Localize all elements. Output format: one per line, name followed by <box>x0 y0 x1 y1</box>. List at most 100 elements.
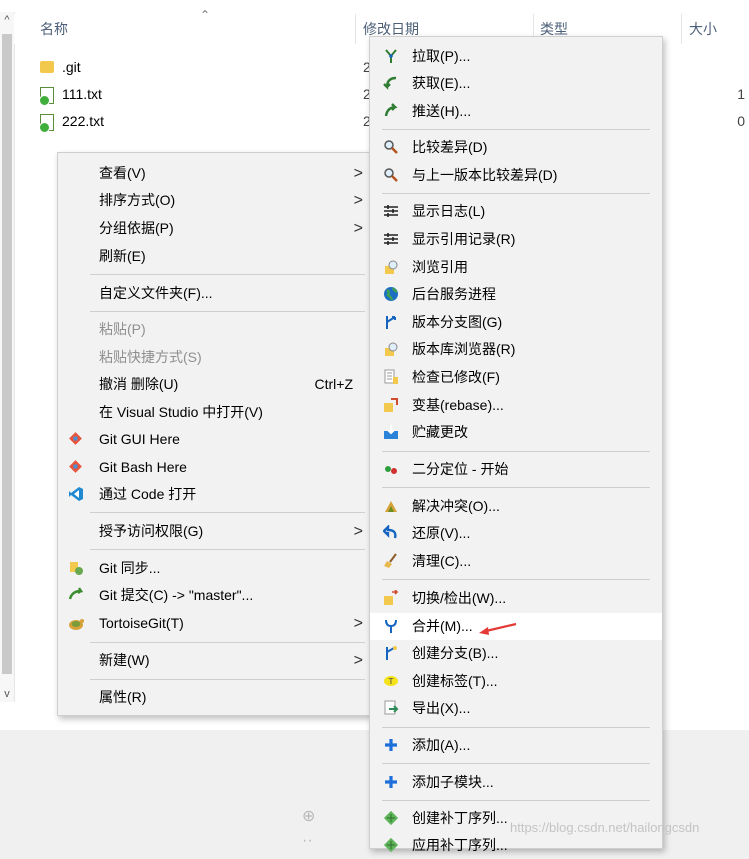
submenu-item-create-tag[interactable]: T 创建标签(T)... <box>370 668 662 695</box>
tag-icon: T <box>382 673 400 691</box>
menu-item-label: 排序方式(O) <box>99 192 176 208</box>
submenu-item-rebase[interactable]: 变基(rebase)... <box>370 392 662 419</box>
menu-item-label: 分组依据(P) <box>99 220 174 236</box>
submenu-divider <box>382 800 650 801</box>
submenu-label: 版本分支图(G) <box>412 314 503 330</box>
vscode-icon <box>67 486 85 504</box>
scroll-up-icon[interactable]: ^ <box>0 14 14 26</box>
menu-item-label: Git 提交(C) -> "master"... <box>99 587 254 603</box>
menu-item-label: 属性(R) <box>99 689 147 705</box>
git-sync-icon <box>67 560 85 578</box>
menu-item-open-with-code[interactable]: 通过 Code 打开 <box>58 481 371 508</box>
menu-item-new[interactable]: 新建(W) > <box>58 647 371 674</box>
menu-item-view[interactable]: 查看(V) > <box>58 160 371 187</box>
submenu-item-switch[interactable]: 切换/检出(W)... <box>370 585 662 612</box>
scrollbar-thumb[interactable] <box>2 34 12 674</box>
revert-icon <box>382 524 400 543</box>
submenu-label: 获取(E)... <box>412 75 471 91</box>
file-name: 222.txt <box>62 113 105 129</box>
menu-item-customize-folder[interactable]: 自定义文件夹(F)... <box>58 280 371 307</box>
submenu-item-push[interactable]: 推送(H)... <box>370 98 662 125</box>
fetch-icon <box>382 75 400 93</box>
menu-item-grant-access[interactable]: 授予访问权限(G) > <box>58 518 371 545</box>
menu-item-group[interactable]: 分组依据(P) > <box>58 215 371 242</box>
submenu-item-diff-previous[interactable]: 与上一版本比较差异(D) <box>370 162 662 189</box>
submenu-item-cleanup[interactable]: 清理(C)... <box>370 548 662 575</box>
bisect-icon <box>382 461 400 479</box>
submenu-item-repo-browser[interactable]: 版本库浏览器(R) <box>370 336 662 363</box>
submenu-item-add[interactable]: 添加(A)... <box>370 732 662 759</box>
submenu-item-check-modifications[interactable]: 检查已修改(F) <box>370 364 662 391</box>
submenu-item-create-branch[interactable]: 创建分支(B)... <box>370 640 662 667</box>
menu-item-sort[interactable]: 排序方式(O) > <box>58 187 371 214</box>
menu-item-paste[interactable]: 粘贴(P) <box>58 316 371 343</box>
column-size[interactable]: 大小 <box>689 14 717 44</box>
menu-item-git-gui[interactable]: Git GUI Here <box>58 426 371 453</box>
file-name: 111.txt <box>62 86 102 102</box>
menu-item-properties[interactable]: 属性(R) <box>58 684 371 711</box>
submenu-item-diff[interactable]: 比较差异(D) <box>370 134 662 161</box>
menu-item-git-sync[interactable]: Git 同步... <box>58 555 371 582</box>
folder-icon <box>40 61 54 74</box>
column-divider[interactable] <box>681 14 682 44</box>
submenu-item-bisect[interactable]: 二分定位 - 开始 <box>370 456 662 483</box>
menu-divider <box>90 274 365 275</box>
submenu-label: 检查已修改(F) <box>412 369 500 385</box>
column-divider[interactable] <box>355 14 356 44</box>
magnifier-icon <box>382 167 400 185</box>
menu-item-label: Git 同步... <box>99 560 161 576</box>
submenu-label: 显示日志(L) <box>412 203 486 219</box>
submenu-item-export[interactable]: 导出(X)... <box>370 695 662 722</box>
submenu-item-browse-refs[interactable]: 浏览引用 <box>370 254 662 281</box>
menu-item-refresh[interactable]: 刷新(E) <box>58 243 371 270</box>
context-menu: 查看(V) > 排序方式(O) > 分组依据(P) > 刷新(E) 自定义文件夹(F)… <box>57 152 372 716</box>
submenu-item-pull[interactable]: 拉取(P)... <box>370 43 662 70</box>
submenu-label: 浏览引用 <box>412 259 468 275</box>
submenu-divider <box>382 579 650 580</box>
submenu-item-stash[interactable]: 贮藏更改 <box>370 419 662 446</box>
file-row[interactable]: .git <box>40 54 81 80</box>
submenu-label: 创建补丁序列... <box>412 810 508 826</box>
broom-icon <box>382 553 400 571</box>
revision-graph-icon <box>382 314 400 332</box>
svg-text:T: T <box>388 677 394 686</box>
menu-item-label: 查看(V) <box>99 165 146 181</box>
push-icon <box>382 103 400 121</box>
submenu-item-revert[interactable]: 还原(V)... <box>370 520 662 547</box>
submenu-divider <box>382 763 650 764</box>
menu-item-paste-shortcut[interactable]: 粘贴快捷方式(S) <box>58 344 371 371</box>
shortcut-label: Ctrl+Z <box>314 376 354 392</box>
menu-item-tortoisegit[interactable]: TortoiseGit(T) > <box>58 610 371 637</box>
switch-icon <box>382 589 400 608</box>
submenu-item-revision-graph[interactable]: 版本分支图(G) <box>370 309 662 336</box>
red-arrow-annotation <box>479 622 517 635</box>
submenu-label: 解决冲突(O)... <box>412 498 500 514</box>
submenu-item-daemon[interactable]: 后台服务进程 <box>370 281 662 308</box>
file-row[interactable]: 111.txt <box>39 81 102 107</box>
menu-item-label: Git Bash Here <box>99 459 187 475</box>
submenu-item-resolve[interactable]: 解决冲突(O)... <box>370 493 662 520</box>
browse-refs-icon <box>382 259 400 277</box>
submenu-label: 与上一版本比较差异(D) <box>412 167 558 183</box>
submenu-item-show-reflog[interactable]: 显示引用记录(R) <box>370 226 662 253</box>
scroll-down-icon[interactable]: v <box>0 688 14 700</box>
column-name[interactable]: 名称 <box>40 14 68 44</box>
submenu-item-apply-patch[interactable]: 应用补丁序列... <box>370 832 662 859</box>
submenu-item-fetch[interactable]: 获取(E)... <box>370 70 662 97</box>
menu-item-open-visual-studio[interactable]: 在 Visual Studio 中打开(V) <box>58 399 371 426</box>
vertical-scrollbar[interactable]: ^ v <box>0 12 15 702</box>
check-modifications-icon <box>382 369 400 387</box>
file-size: 0 <box>737 113 745 129</box>
menu-item-label: Git GUI Here <box>99 431 180 447</box>
menu-item-git-bash[interactable]: Git Bash Here <box>58 454 371 481</box>
menu-divider <box>90 311 365 312</box>
plus-icon <box>382 774 400 792</box>
tortoisegit-submenu: 拉取(P)... 获取(E)... 推送(H)... 比较差异(D) 与上一版本… <box>369 36 663 853</box>
submenu-item-add-submodule[interactable]: 添加子模块... <box>370 769 662 796</box>
menu-item-label: 粘贴快捷方式(S) <box>99 349 202 365</box>
submenu-item-show-log[interactable]: 显示日志(L) <box>370 198 662 225</box>
file-row[interactable]: 222.txt <box>39 108 105 134</box>
chevron-right-icon: > <box>353 523 363 540</box>
menu-item-undo-delete[interactable]: 撤消 删除(U) Ctrl+Z <box>58 371 371 398</box>
menu-item-git-commit[interactable]: Git 提交(C) -> "master"... <box>58 582 371 609</box>
